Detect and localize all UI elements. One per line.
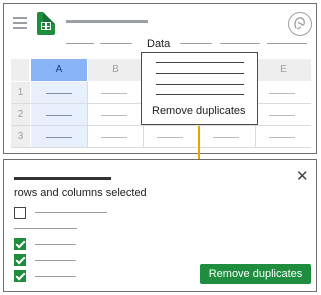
- menu-option-placeholder[interactable]: [156, 62, 244, 63]
- row-header-2[interactable]: 2: [11, 104, 30, 125]
- menu-option-placeholder[interactable]: [156, 84, 244, 85]
- cell-content-placeholder: [157, 137, 183, 138]
- sheets-logo-icon: [37, 12, 55, 35]
- menu-icon-bar-2[interactable]: [13, 22, 27, 24]
- column-checkbox-2[interactable]: [14, 254, 26, 266]
- cell-content-placeholder: [269, 115, 295, 116]
- menu-icon-bar-3[interactable]: [13, 27, 27, 29]
- menu-option-placeholder[interactable]: [156, 73, 244, 74]
- cell-content-placeholder: [46, 93, 72, 94]
- option-label-placeholder: [35, 212, 107, 213]
- cell-content-placeholder: [101, 137, 127, 138]
- grid-line: [11, 147, 311, 148]
- cell-content-placeholder: [46, 137, 72, 138]
- menu-item-placeholder[interactable]: [100, 43, 132, 44]
- menu-item-remove-duplicates[interactable]: Remove duplicates: [152, 105, 246, 117]
- menu-data[interactable]: Data: [147, 38, 170, 50]
- data-dropdown-menu: Remove duplicates: [141, 52, 258, 125]
- option-label-placeholder: [35, 244, 76, 245]
- column-header-e[interactable]: E: [255, 59, 311, 81]
- remove-duplicates-dialog: ✕ rows and columns selected Remove dupli…: [3, 159, 317, 292]
- dialog-title-placeholder: [14, 177, 111, 180]
- avatar-icon[interactable]: [288, 12, 312, 36]
- column-checkbox-1[interactable]: [14, 238, 26, 250]
- cell-content-placeholder: [213, 137, 239, 138]
- cell-content-placeholder: [46, 115, 72, 116]
- column-header-a[interactable]: A: [31, 59, 87, 81]
- doc-title-placeholder[interactable]: [66, 20, 148, 23]
- section-label-placeholder: [14, 228, 77, 229]
- row-header-3[interactable]: 3: [11, 126, 30, 147]
- close-icon[interactable]: ✕: [296, 169, 309, 185]
- grid-line: [11, 125, 311, 126]
- cell-content-placeholder: [269, 93, 295, 94]
- cell-content-placeholder: [269, 137, 295, 138]
- menu-item-placeholder[interactable]: [180, 43, 212, 44]
- remove-duplicates-button[interactable]: Remove duplicates: [200, 264, 311, 284]
- cell-content-placeholder: [101, 115, 127, 116]
- option-label-placeholder: [35, 276, 76, 277]
- menu-item-placeholder[interactable]: [220, 43, 260, 44]
- arrow-connector: [198, 126, 200, 160]
- grid-line: [87, 82, 88, 148]
- row-header-1[interactable]: 1: [11, 82, 30, 103]
- header-row-checkbox[interactable]: [14, 207, 26, 219]
- selection-summary: rows and columns selected: [14, 187, 147, 199]
- menu-option-placeholder[interactable]: [156, 94, 244, 95]
- column-header-b[interactable]: B: [87, 59, 143, 81]
- menu-icon-bar-1[interactable]: [13, 17, 27, 19]
- column-checkbox-3[interactable]: [14, 270, 26, 282]
- option-label-placeholder: [35, 260, 76, 261]
- corner-cell[interactable]: [11, 59, 30, 81]
- menu-item-placeholder[interactable]: [66, 43, 94, 44]
- cell-content-placeholder: [101, 93, 127, 94]
- menu-item-placeholder[interactable]: [267, 43, 307, 44]
